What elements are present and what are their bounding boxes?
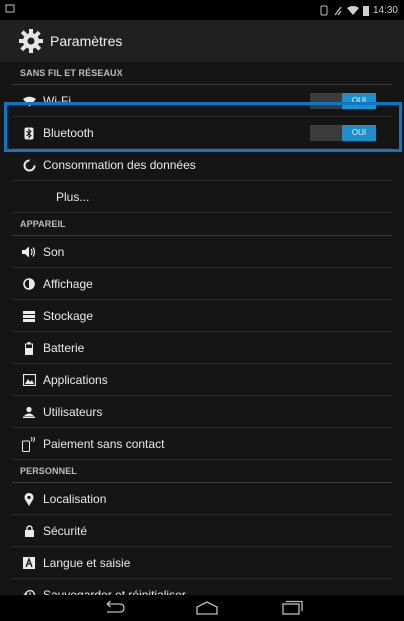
- settings-gear-icon[interactable]: [18, 28, 44, 54]
- settings-item-label: Langue et saisie: [43, 556, 131, 570]
- signal-icon: [334, 6, 342, 15]
- section-header-wireless: SANS FIL ET RÉSEAUX: [12, 62, 392, 85]
- settings-item-label: Batterie: [43, 341, 85, 355]
- settings-item-more[interactable]: Plus...: [12, 181, 392, 213]
- settings-item-label: Localisation: [43, 492, 107, 506]
- action-bar: Paramètres: [0, 20, 404, 62]
- recent-apps-icon[interactable]: [276, 599, 306, 617]
- notification-icon: [5, 4, 15, 13]
- settings-item-battery[interactable]: Batterie: [12, 332, 392, 364]
- wifi-icon: [22, 94, 36, 108]
- settings-item-label: Plus...: [56, 190, 90, 204]
- settings-item-storage[interactable]: Stockage: [12, 300, 392, 332]
- lock-icon: [22, 524, 36, 538]
- bluetooth-icon: [22, 126, 36, 140]
- settings-item-label: Utilisateurs: [43, 405, 103, 419]
- settings-item-applications[interactable]: Applications: [12, 364, 392, 396]
- sound-icon: [22, 245, 36, 259]
- settings-item-users[interactable]: Utilisateurs: [12, 396, 392, 428]
- settings-item-contactless-payment[interactable]: Paiement sans contact: [12, 428, 392, 460]
- home-icon[interactable]: [192, 599, 222, 617]
- section-header-personal: PERSONNEL: [12, 460, 392, 483]
- storage-icon: [22, 309, 36, 323]
- nfc-status-icon: [320, 5, 328, 15]
- settings-item-label: Son: [43, 245, 65, 259]
- location-icon: [22, 492, 36, 506]
- section-label: PERSONNEL: [20, 466, 77, 476]
- settings-item-language-input[interactable]: Langue et saisie: [12, 547, 392, 579]
- toggle-on-label: OUI: [342, 125, 376, 141]
- settings-item-wifi[interactable]: Wi-Fi OUI: [12, 85, 392, 117]
- nfc-payment-icon: [22, 436, 36, 452]
- settings-item-label: Consommation des données: [43, 158, 196, 172]
- settings-list: SANS FIL ET RÉSEAUX Wi-Fi OUI Bluetooth …: [0, 62, 404, 611]
- battery-status-icon: [362, 5, 369, 16]
- battery-icon: [22, 341, 36, 355]
- settings-item-security[interactable]: Sécurité: [12, 515, 392, 547]
- status-icons: 14:30: [320, 2, 398, 18]
- wifi-toggle[interactable]: OUI: [310, 93, 376, 109]
- navigation-bar: [0, 595, 404, 621]
- section-label: APPAREIL: [20, 219, 66, 229]
- bluetooth-toggle[interactable]: OUI: [310, 125, 376, 141]
- section-label: SANS FIL ET RÉSEAUX: [20, 68, 123, 78]
- page-title: Paramètres: [50, 33, 123, 49]
- settings-item-data-usage[interactable]: Consommation des données: [12, 149, 392, 181]
- users-icon: [22, 405, 36, 419]
- toggle-on-label: OUI: [342, 93, 376, 109]
- settings-item-label: Affichage: [43, 277, 93, 291]
- settings-item-label: Bluetooth: [43, 126, 94, 140]
- settings-item-bluetooth[interactable]: Bluetooth OUI: [12, 117, 392, 149]
- apps-icon: [22, 373, 36, 387]
- display-icon: [22, 277, 36, 291]
- section-header-device: APPAREIL: [12, 213, 392, 236]
- status-bar: 14:30: [0, 0, 404, 20]
- settings-item-label: Stockage: [43, 309, 94, 323]
- settings-item-label: Applications: [43, 373, 108, 387]
- wifi-status-icon: [346, 5, 359, 15]
- settings-item-display[interactable]: Affichage: [12, 268, 392, 300]
- status-time: 14:30: [372, 4, 398, 16]
- settings-item-label: Sécurité: [43, 524, 88, 538]
- settings-item-label: Wi-Fi: [43, 94, 71, 108]
- settings-item-label: Paiement sans contact: [43, 437, 165, 451]
- data-usage-icon: [22, 158, 36, 172]
- settings-item-sound[interactable]: Son: [12, 236, 392, 268]
- settings-item-location[interactable]: Localisation: [12, 483, 392, 515]
- language-icon: [22, 556, 36, 570]
- back-icon[interactable]: [98, 599, 128, 617]
